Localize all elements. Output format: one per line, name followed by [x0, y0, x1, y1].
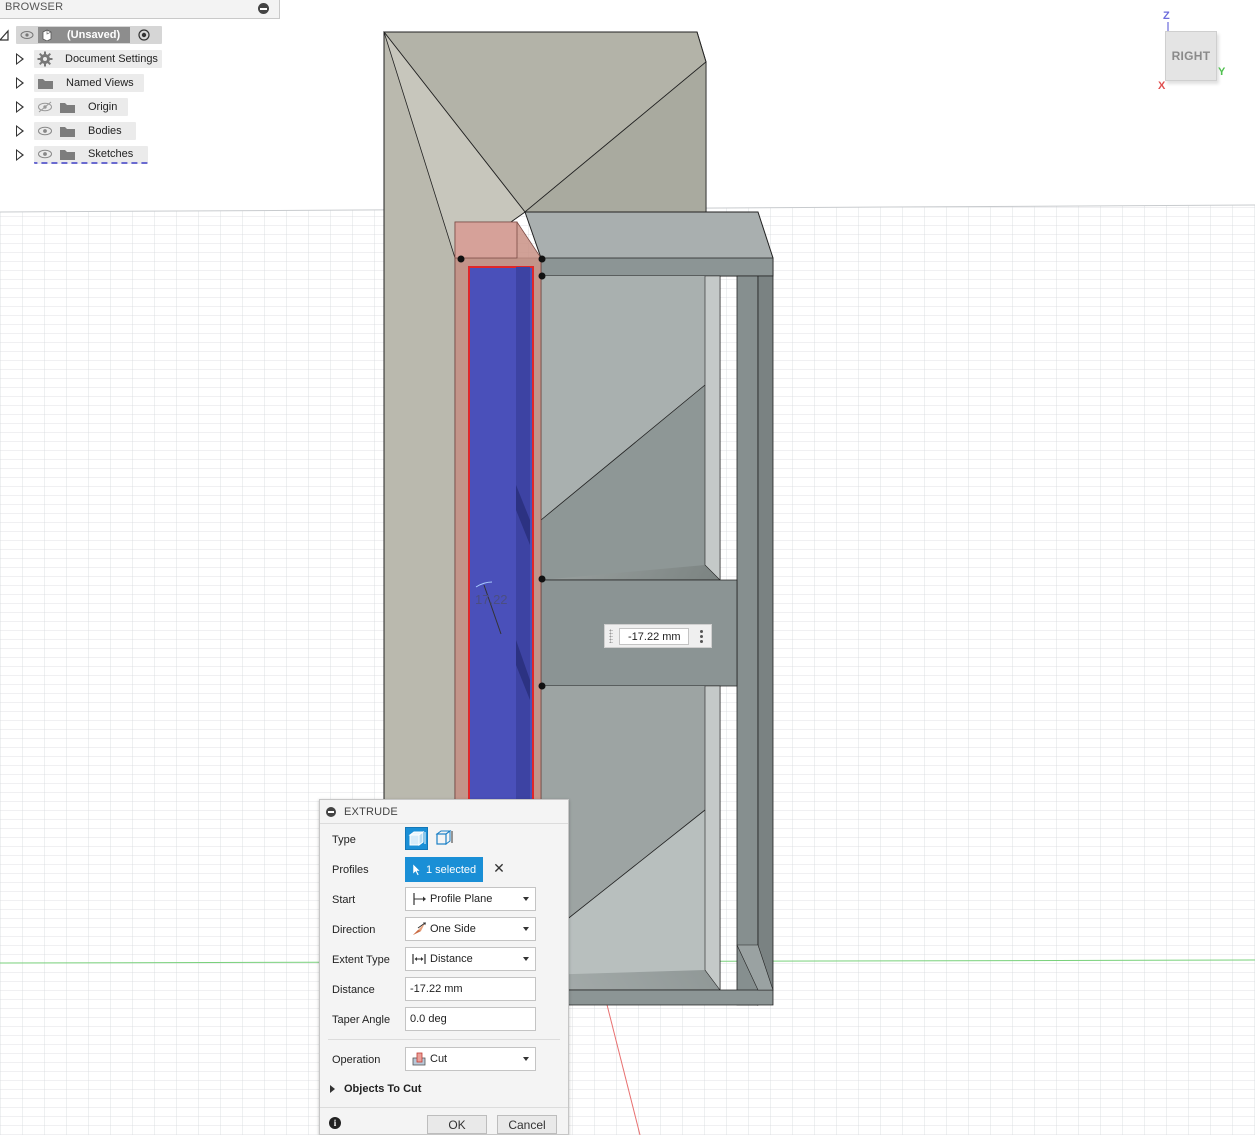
browser-item-named-views[interactable]: Named Views [0, 73, 170, 93]
cursor-arrow-icon [412, 863, 421, 876]
profiles-select-button[interactable]: 1 selected [405, 857, 483, 882]
start-value: Profile Plane [430, 893, 493, 905]
distance-input[interactable] [405, 977, 536, 1001]
browser-item-origin[interactable]: Origin [0, 97, 170, 117]
viewcube[interactable]: Z RIGHT X Y [1156, 10, 1232, 92]
direction-value: One Side [430, 923, 476, 935]
dropdown-caret-icon [523, 897, 529, 901]
browser-item-label: Named Views [66, 77, 134, 89]
browser-collapse-button[interactable] [258, 3, 269, 14]
info-icon[interactable]: i [329, 1117, 341, 1129]
dropdown-caret-icon [523, 957, 529, 961]
extrude-solid-icon [408, 831, 426, 846]
dialog-divider [328, 1039, 560, 1040]
ok-button[interactable]: OK [427, 1115, 487, 1134]
type-solid-button[interactable] [405, 827, 428, 850]
operation-label: Operation [332, 1054, 381, 1066]
axis-y-label: Y [1218, 66, 1226, 78]
folder-icon [60, 102, 75, 113]
browser-item-sketches[interactable]: Sketches [0, 145, 170, 165]
expand-triangle-icon[interactable] [16, 149, 24, 161]
browser-item-bodies[interactable]: Bodies [0, 121, 170, 141]
visibility-eye-icon[interactable] [37, 125, 53, 137]
folder-icon [60, 149, 75, 160]
visibility-eye-icon[interactable] [20, 30, 34, 40]
browser-root-node[interactable]: (Unsaved) [0, 25, 170, 45]
folder-icon [60, 126, 75, 137]
type-thin-button[interactable] [433, 827, 456, 850]
expand-triangle-icon[interactable] [16, 101, 24, 113]
browser-item-label: Document Settings [65, 53, 158, 65]
extent-type-value: Distance [430, 953, 473, 965]
viewcube-face-label: RIGHT [1171, 49, 1211, 63]
more-options-icon[interactable] [699, 629, 705, 645]
objects-to-cut-toggle[interactable]: Objects To Cut [330, 1083, 421, 1095]
objects-to-cut-label: Objects To Cut [344, 1083, 422, 1095]
activate-radio-icon[interactable] [138, 29, 150, 41]
expand-triangle-icon[interactable] [16, 53, 24, 65]
collapse-triangle-icon[interactable] [0, 29, 9, 41]
browser-item-document-settings[interactable]: Document Settings [0, 49, 170, 69]
drag-handle-icon[interactable] [609, 629, 613, 643]
type-label: Type [332, 834, 356, 846]
browser-item-label: Sketches [88, 148, 134, 160]
root-label: (Unsaved) [67, 29, 121, 41]
axis-x-label: X [1158, 80, 1166, 92]
profile-plane-icon [413, 893, 426, 905]
distance-icon [412, 954, 426, 964]
sketch-dimension-text: 17.22 [475, 592, 508, 607]
dropdown-caret-icon [523, 927, 529, 931]
gear-icon [37, 51, 53, 67]
expand-triangle-icon[interactable] [16, 125, 24, 137]
extent-type-select[interactable]: Distance [405, 947, 536, 971]
browser-item-label: Bodies [88, 125, 122, 137]
distance-manipulator[interactable] [604, 624, 712, 648]
direction-label: Direction [332, 924, 376, 936]
browser-item-label: Origin [88, 101, 118, 113]
direction-select[interactable]: One Side [405, 917, 536, 941]
taper-angle-input[interactable] [405, 1007, 536, 1031]
folder-icon [38, 78, 53, 89]
profiles-value: 1 selected [426, 863, 477, 876]
component-chip: (Unsaved) [38, 27, 130, 43]
dialog-footer: i OK Cancel [320, 1107, 568, 1135]
extrude-dialog-header[interactable]: EXTRUDE [320, 800, 568, 824]
profiles-label: Profiles [332, 864, 369, 876]
expand-triangle-icon[interactable] [16, 77, 24, 89]
distance-label: Distance [332, 984, 375, 996]
operation-value: Cut [430, 1053, 448, 1065]
clear-selection-icon[interactable]: ✕ [492, 861, 506, 875]
cancel-button[interactable]: Cancel [497, 1115, 557, 1134]
start-select[interactable]: Profile Plane [405, 887, 536, 911]
expand-triangle-icon [330, 1085, 335, 1093]
distance-manipulator-input[interactable] [619, 628, 689, 645]
dialog-collapse-icon[interactable] [326, 807, 336, 817]
design-canvas[interactable]: 17.22 [0, 0, 1255, 1135]
browser-panel: BROWSER (Unsaved) Document Settings Name… [0, 0, 280, 170]
extent-type-label: Extent Type [332, 954, 390, 966]
browser-title: BROWSER [5, 1, 64, 13]
taper-angle-label: Taper Angle [332, 1014, 391, 1026]
browser-header: BROWSER [0, 0, 280, 19]
start-label: Start [332, 894, 356, 906]
visibility-hidden-icon[interactable] [37, 101, 53, 113]
viewcube-face-right[interactable]: RIGHT [1165, 31, 1217, 81]
visibility-eye-icon[interactable] [37, 148, 53, 160]
selected-profile[interactable] [468, 266, 534, 806]
axis-z-label: Z [1163, 10, 1170, 22]
extrude-dialog: EXTRUDE Type Profiles 1 selected ✕ Start… [319, 799, 569, 1135]
component-icon [42, 29, 52, 41]
extrude-thin-icon [435, 830, 453, 845]
operation-select[interactable]: Cut [405, 1047, 536, 1071]
cut-operation-icon [412, 1052, 426, 1066]
dropdown-caret-icon [523, 1057, 529, 1061]
dialog-title: EXTRUDE [344, 806, 398, 818]
one-side-icon [413, 922, 426, 935]
